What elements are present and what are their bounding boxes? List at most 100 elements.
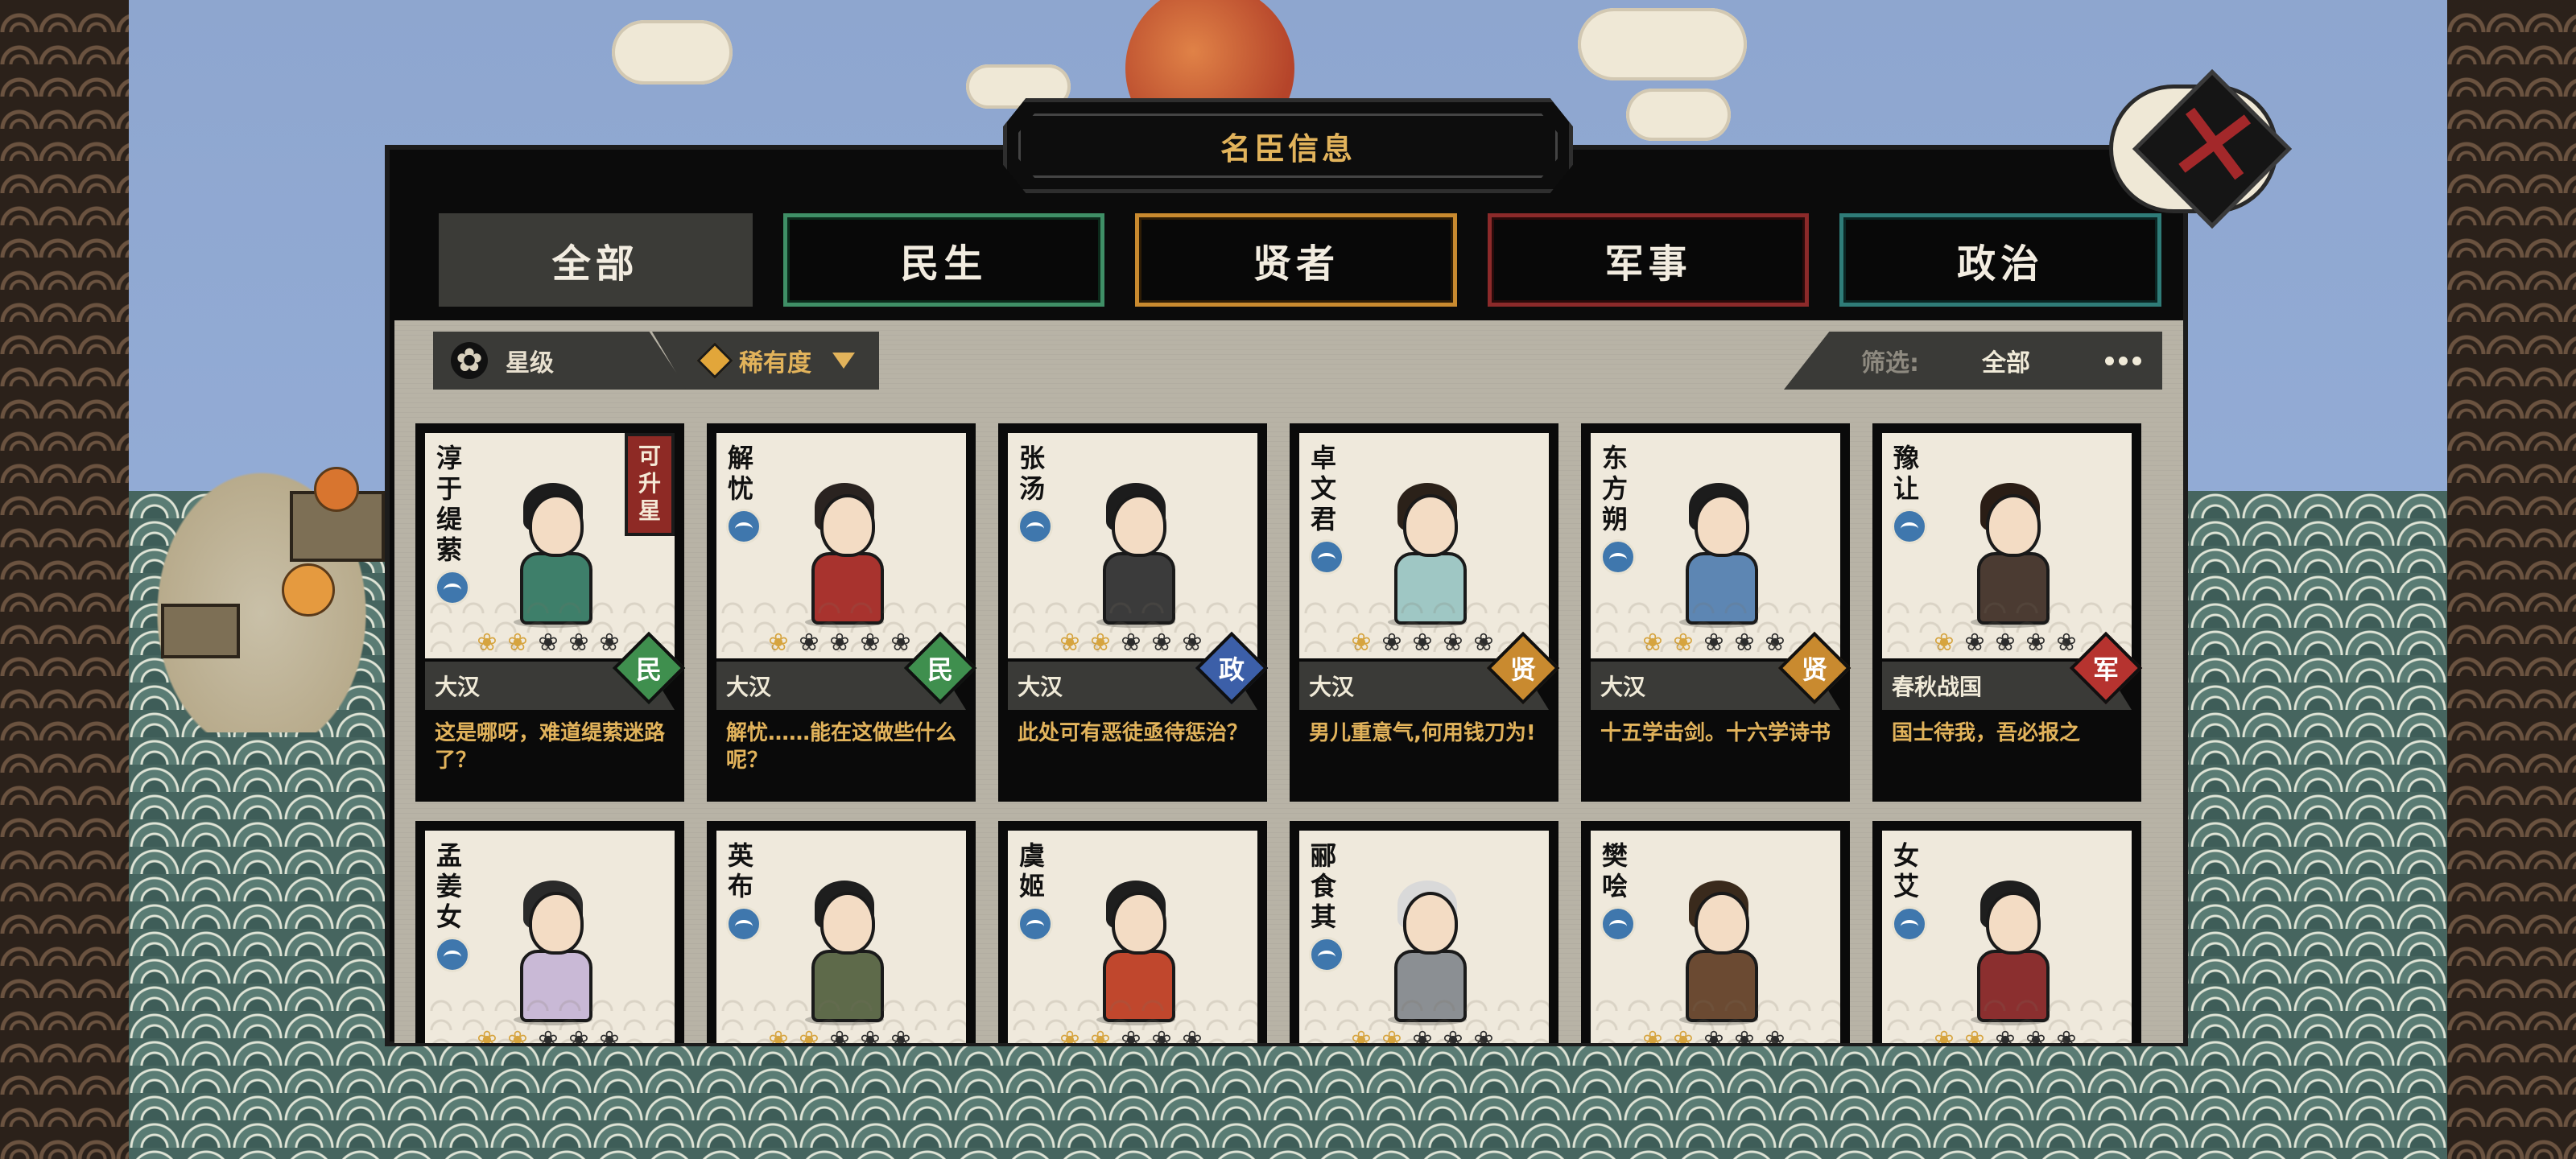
tab-2[interactable]: 贤者 [1135, 213, 1457, 307]
star-filled-icon: ❀ [799, 1026, 819, 1044]
character-sprite [1674, 876, 1763, 1027]
character-sprite [800, 478, 889, 629]
faction-icon [435, 937, 470, 972]
star-filled-icon: ❀ [477, 1026, 497, 1044]
star-filled-icon: ❀ [1059, 629, 1080, 657]
minister-quote: 这是哪呀，难道缇萦迷路了？ [435, 721, 666, 773]
star-empty-icon: ❀ [1734, 629, 1755, 657]
star-rating: ❀ ❀ ❀ ❀ ❀ [1349, 631, 1496, 655]
star-rating: ❀ ❀ ❀ ❀ ❀ [766, 1026, 913, 1044]
minister-name: 解忧 [728, 443, 754, 504]
minister-name: 女艾 [1893, 840, 1920, 901]
minister-card[interactable]: 卓文君 ❀ ❀ ❀ ❀ ❀ 大汉 贤男儿重意气,何用钱刀为! [1290, 423, 1560, 802]
dynasty-label: 大汉 [1600, 674, 1646, 700]
character-sprite [1966, 876, 2054, 1027]
filter-bar: 筛选: 全部 [1784, 332, 2162, 390]
portrait-area: 卓文君 ❀ ❀ ❀ ❀ ❀ [1299, 433, 1549, 658]
minister-name: 樊哙 [1602, 840, 1629, 901]
title-plate: 名臣信息 [1003, 98, 1573, 193]
minister-name: 豫让 [1893, 443, 1920, 504]
star-rating: ❀ ❀ ❀ ❀ ❀ [1932, 1026, 2079, 1044]
star-empty-icon: ❀ [1703, 1026, 1724, 1044]
tab-1[interactable]: 民生 [782, 213, 1105, 307]
type-badge-label: 贤 [1801, 654, 1827, 685]
star-empty-icon: ❀ [568, 1026, 589, 1044]
category-tabs: 全部 民生 贤者 军事 政治 [439, 213, 2161, 307]
star-rating: ❀ ❀ ❀ ❀ ❀ [766, 631, 913, 655]
portrait-area: 淳于缇萦 可升星 ❀ ❀ ❀ ❀ ❀ [425, 433, 675, 658]
filter-value[interactable]: 全部 [1982, 343, 2030, 378]
dynasty-label: 大汉 [1309, 674, 1355, 700]
star-rating: ❀ ❀ ❀ ❀ ❀ [1641, 1026, 1787, 1044]
minister-card[interactable]: 郦食其 ❀ ❀ ❀ ❀ ❀ [1290, 821, 1558, 1043]
portrait-area: 张汤 ❀ ❀ ❀ ❀ ❀ [1008, 433, 1257, 658]
star-empty-icon: ❀ [1765, 629, 1785, 657]
portrait-area: 解忧 ❀ ❀ ❀ ❀ ❀ [716, 433, 966, 658]
star-empty-icon: ❀ [2025, 1026, 2046, 1044]
sort-rarity-label: 稀有度 [739, 349, 811, 377]
star-filled-icon: ❀ [1090, 1026, 1111, 1044]
star-filled-icon: ❀ [1351, 629, 1372, 657]
minister-card[interactable]: 豫让 ❀ ❀ ❀ ❀ ❀ 春秋战国 军国士待我，吾必报之 [1872, 423, 2143, 802]
more-options-icon[interactable] [2105, 356, 2141, 365]
star-filled-icon: ❀ [1381, 1026, 1402, 1044]
minister-name: 郦食其 [1311, 840, 1337, 932]
minister-name: 东方朔 [1602, 443, 1629, 534]
minister-card[interactable]: 淳于缇萦 可升星 ❀ ❀ ❀ ❀ ❀ 大汉 民这是哪呀，难道缇萦迷路了？ [415, 423, 686, 802]
star-filled-icon: ❀ [1934, 629, 1955, 657]
star-filled-icon: ❀ [768, 1026, 789, 1044]
tab-0[interactable]: 全部 [439, 213, 753, 307]
character-sprite [800, 876, 889, 1027]
dynasty-label: 春秋战国 [1892, 674, 1983, 700]
portrait-area: 孟姜女 ❀ ❀ ❀ ❀ ❀ [425, 831, 675, 1043]
filter-label: 筛选: [1861, 349, 1919, 377]
star-empty-icon: ❀ [890, 1026, 911, 1044]
faction-icon [435, 570, 470, 605]
portrait-area: 虞姬 ❀ ❀ ❀ ❀ ❀ [1008, 831, 1257, 1043]
star-empty-icon: ❀ [829, 1026, 850, 1044]
minister-card[interactable]: 英布 ❀ ❀ ❀ ❀ ❀ [707, 821, 976, 1043]
left-wave-border [0, 0, 134, 1159]
minister-card[interactable]: 东方朔 ❀ ❀ ❀ ❀ ❀ 大汉 贤十五学击剑。十六学诗书 [1581, 423, 1852, 802]
star-filled-icon: ❀ [507, 629, 528, 657]
faction-icon [1892, 906, 1927, 942]
star-filled-icon: ❀ [1642, 1026, 1663, 1044]
minister-card[interactable]: 孟姜女 ❀ ❀ ❀ ❀ ❀ [415, 821, 684, 1043]
character-sprite [1383, 478, 1472, 629]
star-filled-icon: ❀ [477, 629, 497, 657]
close-icon: ✕ [2158, 75, 2271, 218]
star-rating: ❀ ❀ ❀ ❀ ❀ [1932, 631, 2079, 655]
star-empty-icon: ❀ [799, 629, 819, 657]
faction-icon [726, 906, 762, 942]
character-sprite [509, 876, 597, 1027]
star-empty-icon: ❀ [1381, 629, 1402, 657]
minister-quote: 男儿重意气,何用钱刀为! [1309, 721, 1536, 745]
star-rating: ❀ ❀ ❀ ❀ ❀ [1641, 631, 1787, 655]
tab-3[interactable]: 军事 [1487, 213, 1810, 307]
character-sprite [1383, 876, 1472, 1027]
star-empty-icon: ❀ [1121, 629, 1141, 657]
minister-card[interactable]: 张汤 ❀ ❀ ❀ ❀ ❀ 大汉 政此处可有恶徒亟待惩治？ [998, 423, 1269, 802]
star-empty-icon: ❀ [1412, 1026, 1433, 1044]
star-empty-icon: ❀ [1995, 1026, 2016, 1044]
star-empty-icon: ❀ [1412, 629, 1433, 657]
sort-by-rarity-dropdown[interactable]: 稀有度 [652, 332, 879, 390]
star-rating: ❀ ❀ ❀ ❀ ❀ [475, 1026, 621, 1044]
character-sprite [1674, 478, 1763, 629]
minister-card[interactable]: 女艾 ❀ ❀ ❀ ❀ ❀ [1872, 821, 2141, 1043]
minister-card[interactable]: 虞姬 ❀ ❀ ❀ ❀ ❀ [998, 821, 1267, 1043]
close-button[interactable]: ✕ [2093, 68, 2292, 229]
diamond-icon [696, 342, 733, 379]
star-empty-icon: ❀ [1995, 629, 2016, 657]
minister-name: 淳于缇萦 [436, 443, 463, 565]
star-filled-icon: ❀ [1059, 1026, 1080, 1044]
minister-quote: 国士待我，吾必报之 [1892, 721, 2081, 745]
star-empty-icon: ❀ [538, 629, 559, 657]
minister-card[interactable]: 解忧 ❀ ❀ ❀ ❀ ❀ 大汉 民解忧……能在这做些什么呢？ [707, 423, 977, 802]
faction-icon [1892, 509, 1927, 544]
star-empty-icon: ❀ [890, 629, 911, 657]
cloud-decoration [1626, 89, 1731, 141]
sort-by-star-button[interactable]: 星级 [433, 332, 687, 390]
tab-4[interactable]: 政治 [1839, 213, 2161, 307]
minister-card[interactable]: 樊哙 ❀ ❀ ❀ ❀ ❀ [1581, 821, 1850, 1043]
